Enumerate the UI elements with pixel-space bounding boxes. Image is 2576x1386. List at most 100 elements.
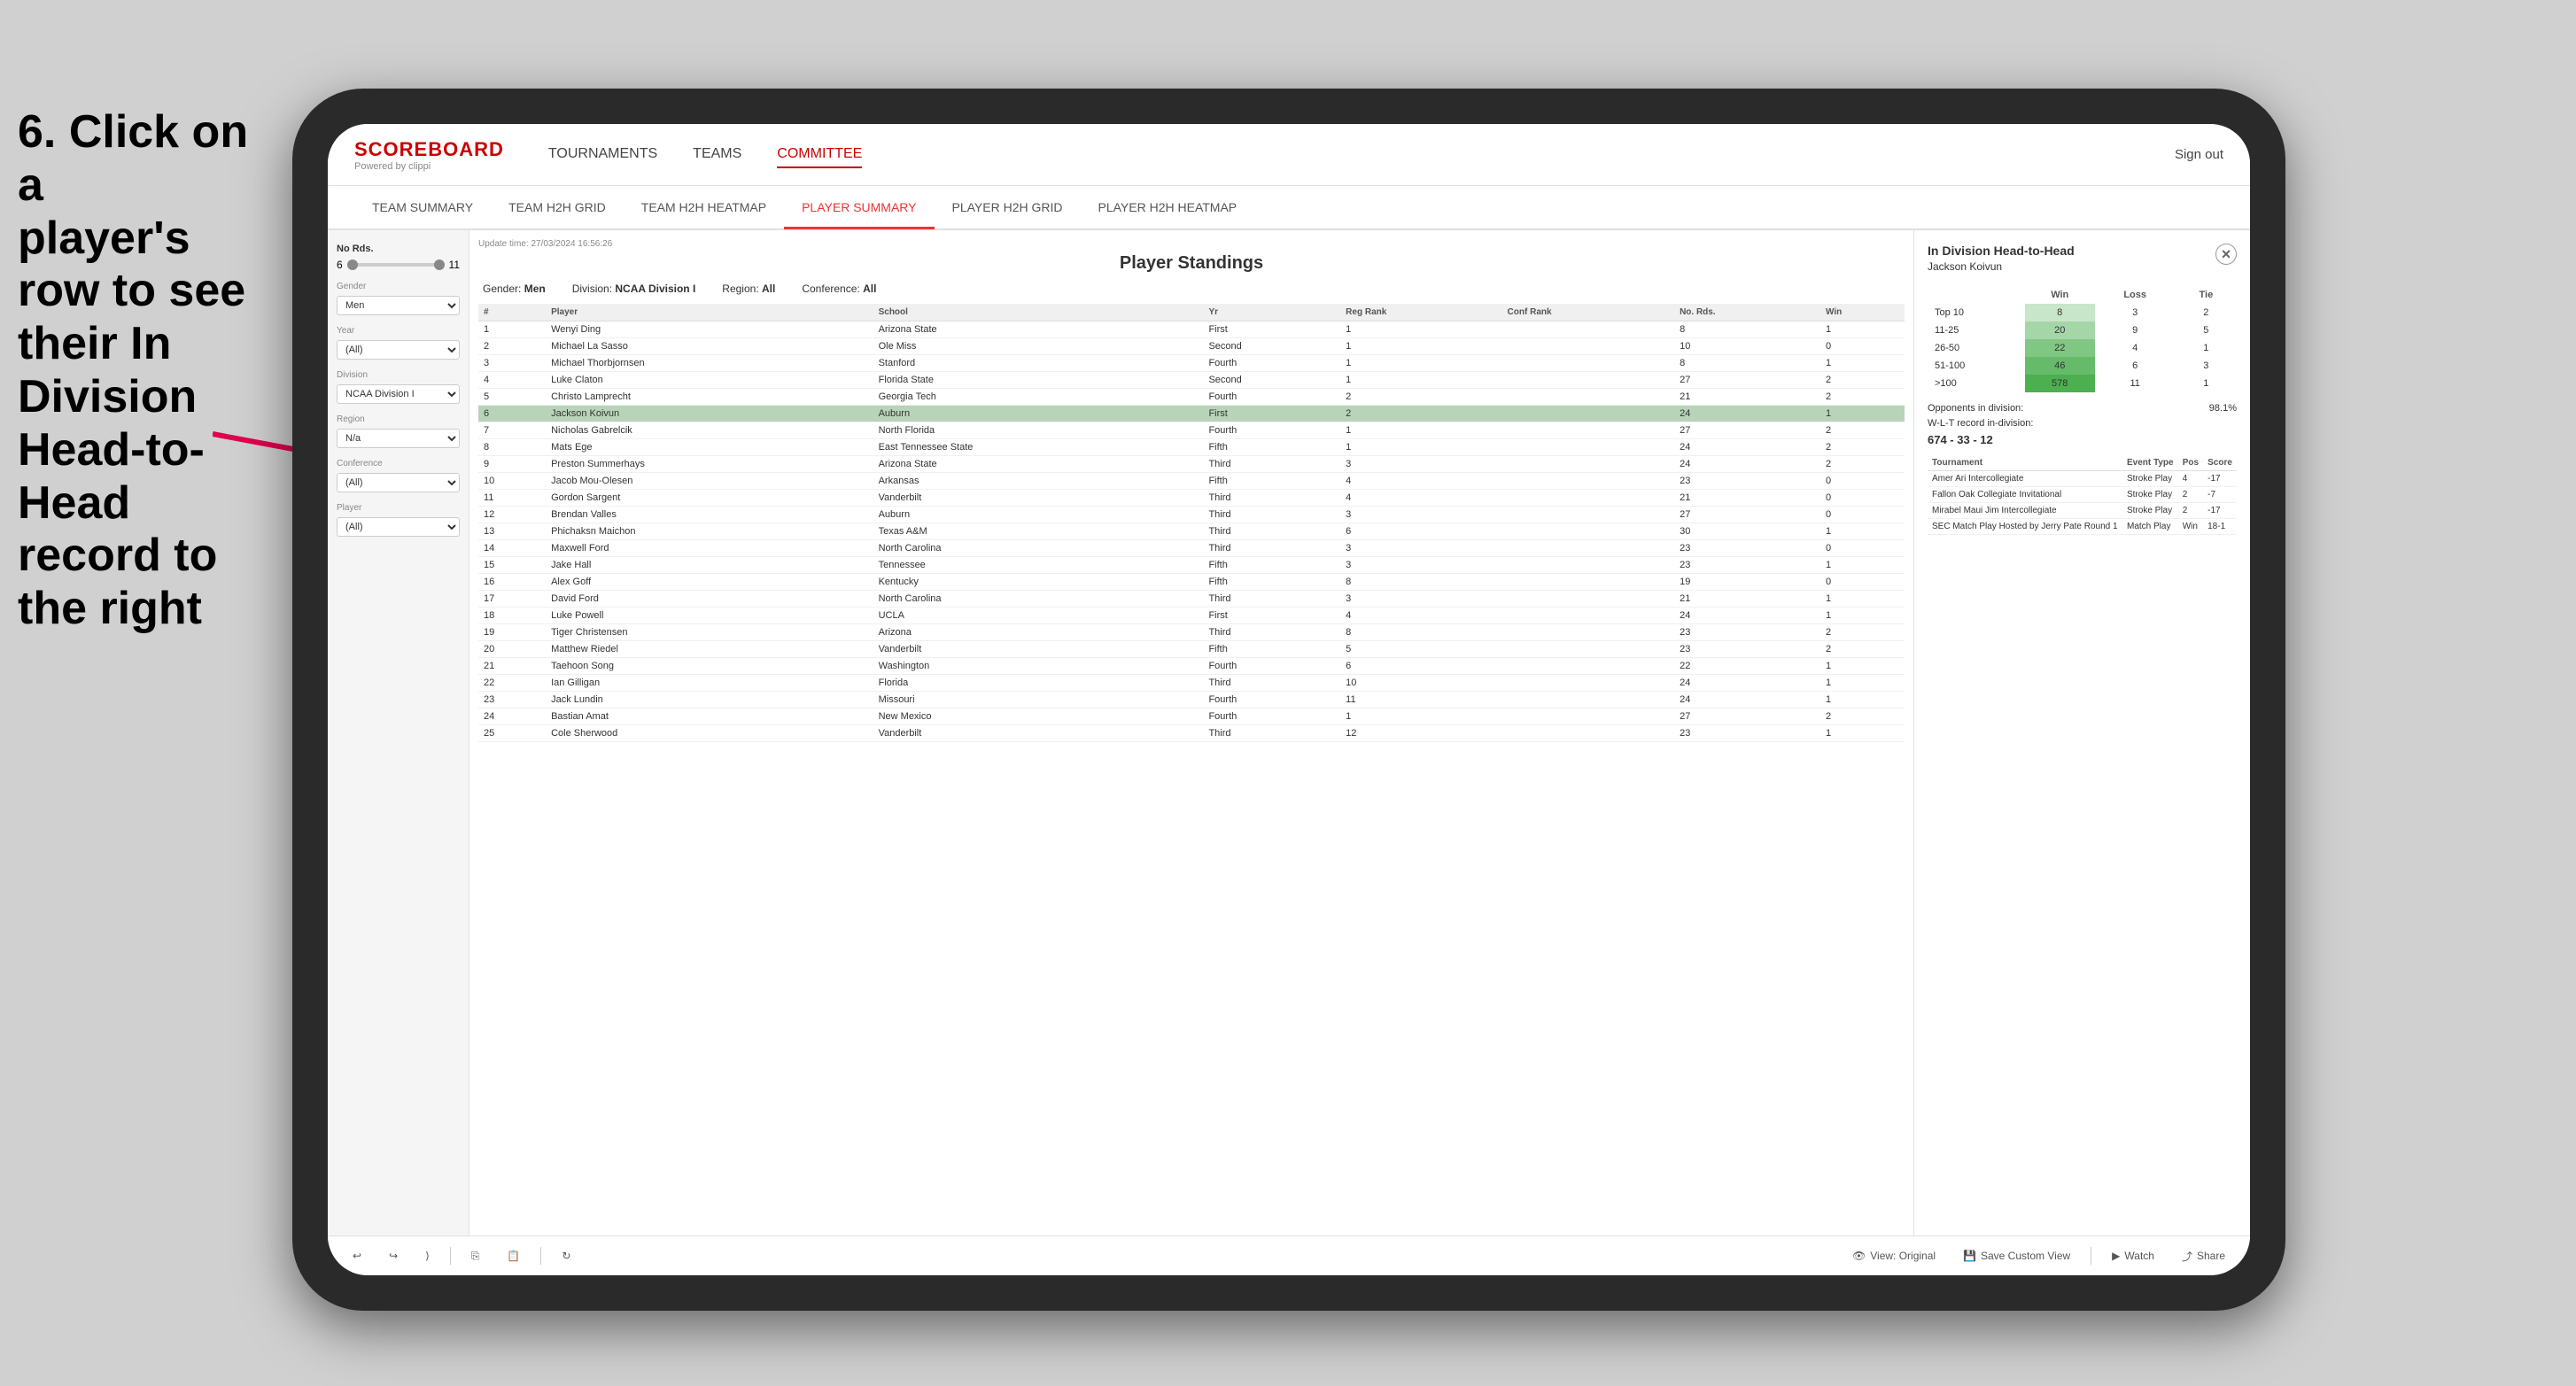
- table-row[interactable]: 17 David Ford North Carolina Third 3 21 …: [478, 591, 1905, 608]
- list-item: SEC Match Play Hosted by Jerry Pate Roun…: [1928, 519, 2237, 535]
- share-button[interactable]: ⤴ Share: [2175, 1245, 2232, 1267]
- sign-out-button[interactable]: Sign out: [2175, 147, 2223, 162]
- table-row[interactable]: 13 Phichaksn Maichon Texas A&M Third 6 3…: [478, 523, 1905, 540]
- year-label: Year: [337, 326, 460, 336]
- table-row[interactable]: 9 Preston Summerhays Arizona State Third…: [478, 456, 1905, 473]
- h2h-player: Jackson Koivun: [1928, 260, 2075, 273]
- list-item: Top 10 8 3 2: [1928, 304, 2237, 321]
- nav-committee[interactable]: COMMITTEE: [777, 142, 862, 168]
- table-row[interactable]: 12 Brendan Valles Auburn Third 3 27 0: [478, 507, 1905, 523]
- col-no-rds: No. Rds.: [1674, 304, 1820, 321]
- center-panel: Update time: 27/03/2024 16:56:26 Player …: [469, 230, 1913, 1235]
- table-row[interactable]: 3 Michael Thorbjornsen Stanford Fourth 1…: [478, 355, 1905, 372]
- table-row[interactable]: 21 Taehoon Song Washington Fourth 6 22 1: [478, 658, 1905, 675]
- col-school: School: [873, 304, 1204, 321]
- col-yr: Yr: [1203, 304, 1340, 321]
- save-custom-button[interactable]: 💾 Save Custom View: [1956, 1246, 2077, 1266]
- table-row[interactable]: 8 Mats Ege East Tennessee State Fifth 1 …: [478, 439, 1905, 456]
- table-row[interactable]: 19 Tiger Christensen Arizona Third 8 23 …: [478, 624, 1905, 641]
- table-row[interactable]: 10 Jacob Mou-Olesen Arkansas Fifth 4 23 …: [478, 473, 1905, 490]
- tab-team-h2h-heatmap[interactable]: TEAM H2H HEATMAP: [624, 187, 784, 229]
- table-row[interactable]: 2 Michael La Sasso Ole Miss Second 1 10 …: [478, 338, 1905, 355]
- table-row[interactable]: 4 Luke Claton Florida State Second 1 27 …: [478, 372, 1905, 389]
- filter-division: Division: NCAA Division I: [572, 283, 696, 295]
- table-row[interactable]: 25 Cole Sherwood Vanderbilt Third 12 23 …: [478, 725, 1905, 742]
- table-row[interactable]: 20 Matthew Riedel Vanderbilt Fifth 5 23 …: [478, 641, 1905, 658]
- close-button[interactable]: ×: [2215, 244, 2237, 265]
- tourn-col-type: Event Type: [2122, 455, 2178, 471]
- opponents-label: Opponents in division:: [1928, 403, 2023, 414]
- tab-player-h2h-grid[interactable]: PLAYER H2H GRID: [935, 187, 1081, 229]
- toolbar-sep-2: [540, 1247, 541, 1265]
- tourn-col-score: Score: [2203, 455, 2237, 471]
- table-row[interactable]: 5 Christo Lamprecht Georgia Tech Fourth …: [478, 389, 1905, 406]
- table-row[interactable]: 24 Bastian Amat New Mexico Fourth 1 27 2: [478, 708, 1905, 725]
- list-item: >100 578 11 1: [1928, 375, 2237, 392]
- forward-button[interactable]: ⟩: [418, 1246, 437, 1266]
- watch-button[interactable]: ▶ Watch: [2105, 1246, 2161, 1266]
- save-icon: 💾: [1963, 1250, 1976, 1262]
- tab-team-summary[interactable]: TEAM SUMMARY: [354, 187, 491, 229]
- tablet-frame: SCOREBOARD Powered by clippi TOURNAMENTS…: [292, 89, 2285, 1311]
- year-select[interactable]: (All): [337, 340, 460, 360]
- table-row[interactable]: 6 Jackson Koivun Auburn First 2 24 1: [478, 406, 1905, 422]
- main-content: No Rds. 6 11 Gender Men Year (All): [328, 230, 2250, 1235]
- instruction-text: 6. Click on a player's row to see their …: [0, 106, 283, 636]
- filter-conference: Conference: All: [802, 283, 876, 295]
- bottom-toolbar: ↩ ↪ ⟩ ⎘ 📋 ↻ 👁 View: Original 💾 Save Cust…: [328, 1235, 2250, 1275]
- no-rds-label: No Rds.: [337, 244, 460, 254]
- no-rds-slider[interactable]: [347, 263, 445, 267]
- refresh-button[interactable]: ↻: [555, 1246, 578, 1266]
- table-row[interactable]: 22 Ian Gilligan Florida Third 10 24 1: [478, 675, 1905, 692]
- no-rds-min: 6: [337, 259, 343, 271]
- h2h-col-loss: Loss: [2095, 286, 2176, 304]
- tab-player-h2h-heatmap[interactable]: PLAYER H2H HEATMAP: [1081, 187, 1255, 229]
- filter-region: Region: All: [722, 283, 775, 295]
- opponents-row: Opponents in division: 98.1%: [1928, 403, 2237, 414]
- conference-label: Conference: [337, 459, 460, 468]
- table-row[interactable]: 23 Jack Lundin Missouri Fourth 11 24 1: [478, 692, 1905, 708]
- h2h-title: In Division Head-to-Head: [1928, 244, 2075, 258]
- nav-teams[interactable]: TEAMS: [693, 142, 741, 168]
- h2h-col-rank: [1928, 286, 2025, 304]
- table-row[interactable]: 18 Luke Powell UCLA First 4 24 1: [478, 608, 1905, 624]
- paste-button[interactable]: 📋: [500, 1246, 527, 1266]
- filter-row: Gender: Men Division: NCAA Division I Re…: [478, 283, 1905, 295]
- update-time: Update time: 27/03/2024 16:56:26: [478, 239, 1905, 249]
- division-select[interactable]: NCAA Division I: [337, 384, 460, 404]
- top-nav: SCOREBOARD Powered by clippi TOURNAMENTS…: [328, 124, 2250, 186]
- player-table: # Player School Yr Reg Rank Conf Rank No…: [478, 304, 1905, 742]
- nav-tournaments[interactable]: TOURNAMENTS: [548, 142, 657, 168]
- table-row[interactable]: 15 Jake Hall Tennessee Fifth 3 23 1: [478, 557, 1905, 574]
- tab-player-summary[interactable]: PLAYER SUMMARY: [784, 187, 934, 229]
- view-original-button[interactable]: 👁 View: Original: [1845, 1246, 1943, 1266]
- player-select[interactable]: (All): [337, 517, 460, 537]
- filter-gender: Gender: Men: [483, 283, 546, 295]
- list-item: 11-25 20 9 5: [1928, 321, 2237, 339]
- table-row[interactable]: 14 Maxwell Ford North Carolina Third 3 2…: [478, 540, 1905, 557]
- gender-select[interactable]: Men: [337, 296, 460, 315]
- conference-select[interactable]: (All): [337, 473, 460, 492]
- copy-button[interactable]: ⎘: [464, 1246, 487, 1266]
- col-num: #: [478, 304, 546, 321]
- list-item: Mirabel Maui Jim Intercollegiate Stroke …: [1928, 503, 2237, 519]
- tab-team-h2h-grid[interactable]: TEAM H2H GRID: [491, 187, 624, 229]
- share-icon: ⤴: [2182, 1249, 2192, 1264]
- table-row[interactable]: 7 Nicholas Gabrelcik North Florida Fourt…: [478, 422, 1905, 439]
- col-reg-rank: Reg Rank: [1340, 304, 1501, 321]
- undo-button[interactable]: ↩: [345, 1246, 369, 1266]
- logo: SCOREBOARD: [354, 138, 504, 161]
- list-item: Fallon Oak Collegiate Invitational Strok…: [1928, 487, 2237, 503]
- region-select[interactable]: N/a: [337, 429, 460, 448]
- table-row[interactable]: 11 Gordon Sargent Vanderbilt Third 4 21 …: [478, 490, 1905, 507]
- wlt-row: W-L-T record in-division:: [1928, 418, 2237, 429]
- tourn-col-pos: Pos: [2178, 455, 2203, 471]
- table-row[interactable]: 1 Wenyi Ding Arizona State First 1 8 1: [478, 321, 1905, 338]
- table-row[interactable]: 16 Alex Goff Kentucky Fifth 8 19 0: [478, 574, 1905, 591]
- tablet-screen: SCOREBOARD Powered by clippi TOURNAMENTS…: [328, 124, 2250, 1275]
- list-item: 26-50 22 4 1: [1928, 339, 2237, 357]
- sidebar: No Rds. 6 11 Gender Men Year (All): [328, 230, 469, 1235]
- logo-sub: Powered by clippi: [354, 161, 504, 172]
- division-label: Division: [337, 370, 460, 380]
- redo-button[interactable]: ↪: [382, 1246, 405, 1266]
